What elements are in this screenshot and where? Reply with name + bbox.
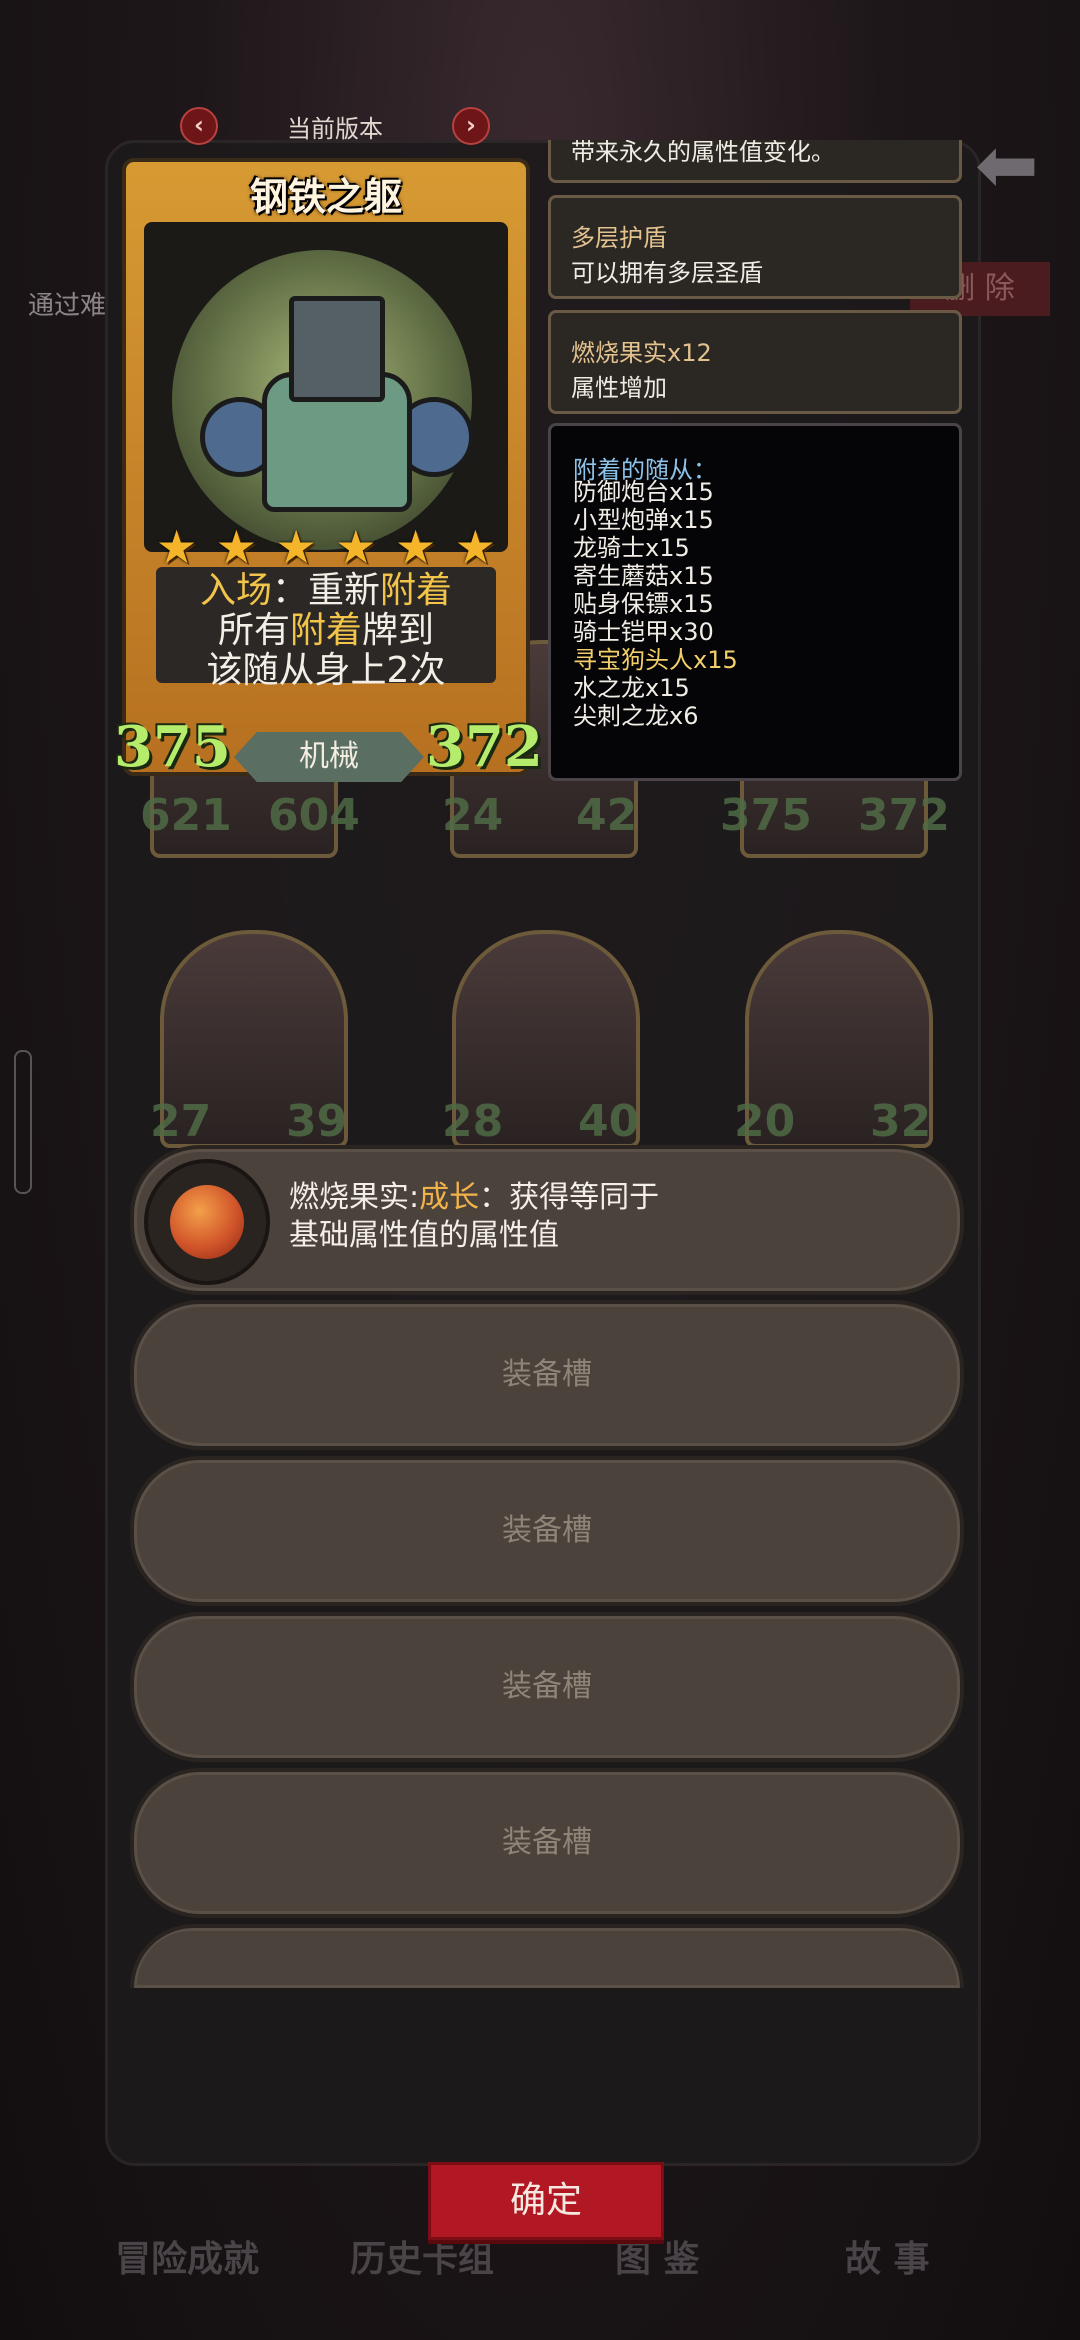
followers-list: 防御炮台x15 小型炮弹x15 龙骑士x15 寄生蘑菇x15 贴身保镖x15 骑… — [573, 478, 738, 730]
confirm-button[interactable]: 确定 — [428, 2162, 664, 2240]
star-icon: ★ — [215, 520, 257, 574]
attack-value: 375 — [114, 714, 231, 780]
star-icon: ★ — [454, 520, 496, 574]
star-rating: ★ ★ ★ ★ ★ ★ — [156, 520, 496, 574]
star-icon: ★ — [275, 520, 317, 574]
robot-head — [289, 296, 385, 402]
card-attack: 621 — [140, 790, 232, 841]
slot-label: 装备槽 — [502, 1357, 592, 1392]
follower-item: 防御炮台x15 — [573, 478, 714, 506]
slot-text: ：获得等同于 — [479, 1180, 660, 1215]
card-attack: 375 — [720, 790, 812, 841]
slot-text: 基础属性值的属性值 — [289, 1218, 559, 1253]
fruit-icon — [144, 1159, 270, 1285]
card-health: 32 — [870, 1096, 932, 1147]
tribe-label: 机械 — [234, 732, 424, 782]
desc-text: 该随从身上2次 — [206, 650, 446, 691]
follower-item: 寄生蘑菇x15 — [573, 562, 714, 590]
follower-item: 龙骑士x15 — [573, 534, 690, 562]
equipment-slot[interactable]: 装备槽 — [130, 1456, 964, 1606]
equipment-slot[interactable]: 装备槽 — [130, 1300, 964, 1450]
version-selector: ‹ 当前版本 › — [180, 104, 490, 148]
desc-text: ：重新 — [271, 570, 380, 611]
back-arrow-icon[interactable]: ⬅ — [975, 120, 1039, 209]
card-attack: 28 — [442, 1096, 504, 1147]
card-name: 钢铁之躯 — [249, 175, 402, 219]
desc-text: 所有 — [217, 610, 290, 651]
card-health: 604 — [268, 790, 360, 841]
keyword-growth: 成长 — [419, 1180, 480, 1215]
info-panel-fruit: 燃烧果实x12 属性增加 — [548, 310, 962, 414]
info-panel-truncated: 带来永久的属性值变化。 — [548, 140, 962, 183]
burning-fruit-icon — [170, 1185, 244, 1259]
equipment-slot-fruit[interactable]: 燃烧果实:成长：获得等同于 基础属性值的属性值 — [130, 1145, 964, 1295]
card-health: 42 — [576, 790, 638, 841]
follower-item: 贴身保镖x15 — [573, 590, 714, 618]
prev-version-button[interactable]: ‹ — [180, 107, 218, 145]
slot-text: 燃烧果实: — [289, 1180, 420, 1215]
nav-story[interactable]: 故 事 — [845, 2230, 930, 2282]
keyword-attach: 附着 — [380, 570, 453, 611]
keyword-enter: 入场 — [199, 570, 272, 611]
info-text: 带来永久的属性值变化。 — [571, 140, 835, 166]
info-title: 燃烧果实x12 — [571, 339, 712, 367]
slot-label: 装备槽 — [502, 1513, 592, 1548]
star-icon: ★ — [335, 520, 377, 574]
background-label: 通过难 — [28, 291, 107, 321]
equipment-slot[interactable]: 装备槽 — [130, 1612, 964, 1762]
health-value: 372 — [426, 714, 543, 780]
follower-item: 寻宝狗头人x15 — [573, 646, 738, 674]
minion-card: 钢铁之躯 ★ ★ ★ ★ ★ ★ 入场：重新附着 所有附着牌到 该随从身上2次 … — [114, 158, 543, 782]
info-panel-shield: 多层护盾 可以拥有多层圣盾 — [548, 195, 962, 299]
version-label: 当前版本 — [287, 114, 383, 143]
slot-label: 装备槽 — [502, 1669, 592, 1704]
card-art — [144, 222, 508, 552]
follower-item: 骑士铠甲x30 — [573, 618, 714, 646]
side-handle[interactable] — [14, 1050, 32, 1194]
card-health: 40 — [578, 1096, 640, 1147]
follower-item: 尖刺之龙x6 — [573, 702, 699, 730]
card-attack: 24 — [442, 790, 504, 841]
attached-followers-panel: 附着的随从： 防御炮台x15 小型炮弹x15 龙骑士x15 寄生蘑菇x15 贴身… — [548, 423, 962, 781]
keyword-attach: 附着 — [289, 610, 362, 651]
nav-achievements[interactable]: 冒险成就 — [115, 2230, 259, 2282]
info-text: 属性增加 — [571, 374, 667, 402]
card-health: 39 — [286, 1096, 348, 1147]
equipment-slot-partial[interactable] — [130, 1924, 964, 1988]
info-title: 多层护盾 — [571, 224, 667, 252]
info-text: 可以拥有多层圣盾 — [571, 259, 763, 287]
star-icon: ★ — [156, 520, 198, 574]
card-description: 入场：重新附着 所有附着牌到 该随从身上2次 — [156, 567, 496, 691]
star-icon: ★ — [395, 520, 437, 574]
follower-item: 小型炮弹x15 — [573, 506, 714, 534]
card-attack: 27 — [150, 1096, 212, 1147]
card-health: 372 — [858, 790, 950, 841]
card-attack: 20 — [734, 1096, 796, 1147]
follower-item: 水之龙x15 — [573, 674, 690, 702]
slot-description: 燃烧果实:成长：获得等同于 基础属性值的属性值 — [289, 1179, 659, 1255]
next-version-button[interactable]: › — [452, 107, 490, 145]
equipment-slot[interactable]: 装备槽 — [130, 1768, 964, 1918]
desc-text: 牌到 — [362, 610, 435, 651]
slot-label: 装备槽 — [502, 1825, 592, 1860]
